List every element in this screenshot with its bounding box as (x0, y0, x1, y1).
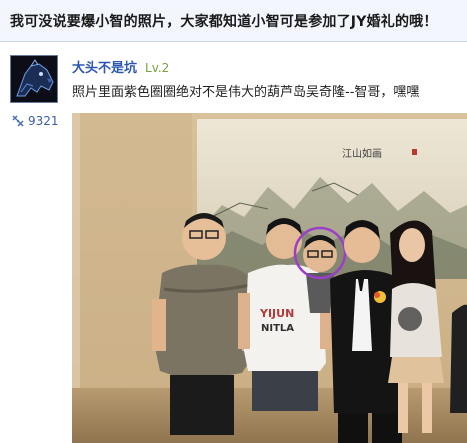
wedding-group-photo: 江山如画 YIJUN NITLA (72, 113, 467, 443)
thread-title-bar: 我可没说要爆小智的照片，大家都知道小智可是参加了JY婚礼的哦！ (0, 0, 467, 42)
shirt-text-line1: YIJUN (259, 307, 294, 320)
dark-wolf-avatar-icon (11, 56, 57, 102)
author-level-badge: Lv.2 (145, 61, 170, 75)
author-name-link[interactable]: 大头不是坑 (72, 57, 137, 76)
post-content-text: 照片里面紫色圈圈绝对不是伟大的葫芦岛吴奇隆--智哥，嘿嘿 (72, 85, 420, 100)
shirt-text-line2: NITLA (261, 323, 294, 334)
forum-post: 9321 大头不是坑 Lv.2 照片里面紫色圈圈绝对不是伟大的葫芦岛吴奇隆--智… (0, 43, 467, 443)
person-edge-right (450, 304, 467, 413)
painting-caption: 江山如画 (342, 147, 382, 160)
user-avatar[interactable] (10, 55, 58, 103)
thread-title: 我可没说要爆小智的照片，大家都知道小智可是参加了JY婚礼的哦！ (10, 14, 438, 30)
author-info: 大头不是坑 Lv.2 (72, 57, 169, 76)
forum-page: 我可没说要爆小智的照片，大家都知道小智可是参加了JY婚礼的哦！ 9321 大头不… (0, 0, 467, 443)
fans-row: 9321 (12, 114, 59, 128)
fans-count: 9321 (28, 114, 59, 128)
fans-icon (12, 115, 24, 127)
post-photo[interactable]: 江山如画 YIJUN NITLA (72, 113, 467, 443)
